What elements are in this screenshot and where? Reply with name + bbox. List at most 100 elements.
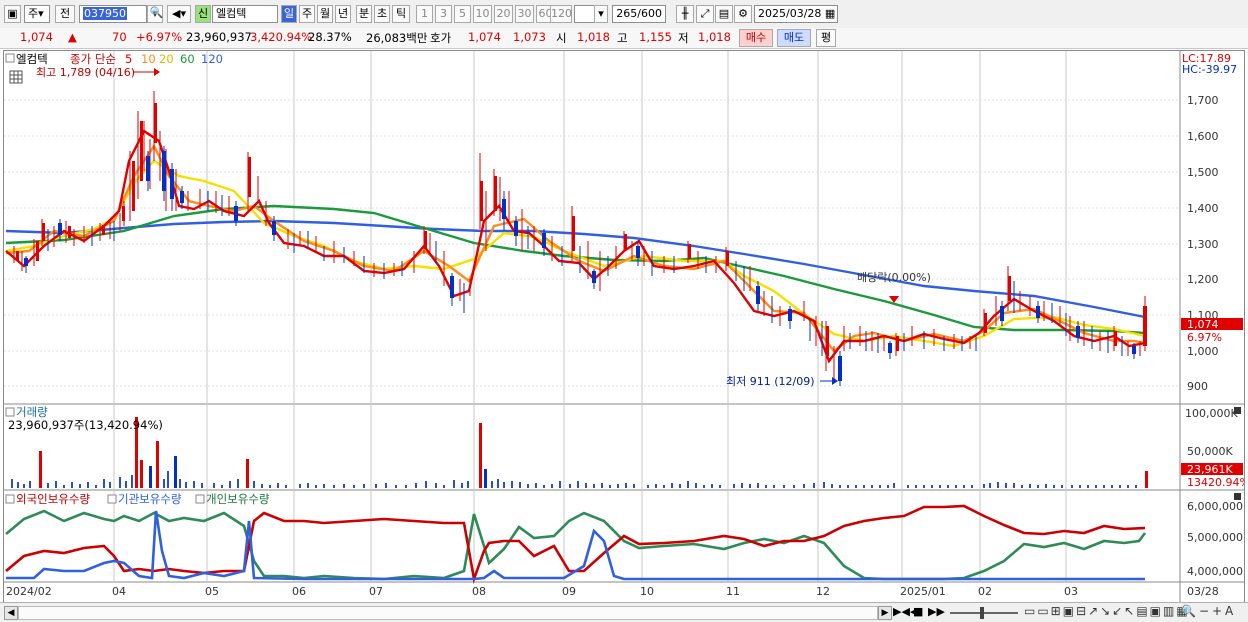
stop-icon[interactable]: ■ — [913, 605, 923, 618]
prev-button[interactable]: 전 — [55, 5, 75, 23]
volume-value: 23,960,937 — [186, 30, 252, 44]
volume-rate: 3,420.94% — [250, 30, 313, 44]
zoom-controls[interactable]: 🔍−+A — [1181, 604, 1236, 618]
ma10-legend: 10 — [141, 52, 156, 66]
ma20-legend: 20 — [159, 52, 174, 66]
candle-type-icon[interactable]: ╫ — [676, 5, 694, 23]
ask-price-2: 1,073 — [513, 30, 546, 44]
search-icon[interactable]: 🔍 — [149, 5, 164, 23]
interval-dropdown-icon[interactable]: ▾ — [594, 5, 608, 23]
date-input[interactable]: 2025/03/28 ▦ — [754, 5, 838, 23]
panel-stock-name: 엘컴텍 — [16, 52, 48, 66]
volume-bar — [149, 466, 152, 488]
price-tick: 1,400 — [1187, 202, 1219, 215]
buy-button[interactable]: 매수 — [739, 29, 773, 47]
save-icon[interactable]: ▤ — [715, 5, 733, 23]
volume-panel[interactable] — [4, 405, 1180, 489]
x-tick: 11 — [726, 585, 740, 598]
volume-bar — [246, 459, 249, 488]
x-tick: 06 — [292, 585, 306, 598]
period-second-button[interactable]: 초 — [374, 5, 390, 23]
x-tick: 2024/02 — [6, 585, 52, 598]
open-label: 시 — [556, 31, 567, 45]
change-amount: 70 — [112, 30, 127, 44]
x-tick: 09 — [562, 585, 576, 598]
price-tick: 1,500 — [1187, 166, 1219, 179]
volume-title: 거래량 — [16, 405, 48, 419]
compare-chart-icon[interactable]: ⤢ — [696, 5, 714, 23]
holding-tick: 4,000,000 — [1187, 565, 1243, 578]
individual-holding-legend: 개인보유수량 — [206, 492, 270, 506]
interval-120-button[interactable]: 120 — [550, 5, 572, 23]
zoom-slider-handle[interactable] — [980, 607, 984, 619]
sell-button[interactable]: 매도 — [777, 29, 811, 47]
gear-icon[interactable]: ⚙ — [734, 5, 752, 23]
holding-panel-menu-icon[interactable] — [1234, 493, 1241, 500]
period-week-button[interactable]: 주 — [299, 5, 315, 23]
x-tick: 03 — [1064, 585, 1078, 598]
period-tick-button[interactable]: 틱 — [392, 5, 410, 23]
volume-panel-menu-icon[interactable] — [1234, 407, 1241, 414]
change-arrow: ▲ — [68, 30, 77, 44]
stock-code-input[interactable]: 037950 — [79, 5, 147, 23]
chart-tools-icons[interactable]: ▭▭⊞▣⊟↗↘↙↖▤▣▥▦ — [1024, 604, 1190, 618]
interval-1-button[interactable]: 1 — [416, 5, 433, 23]
low-price: 1,018 — [698, 30, 731, 44]
trade-amount: 26,083백만 — [366, 31, 428, 45]
volume-rate-tag: 13420.94% — [1187, 476, 1244, 489]
x-tick: 02 — [978, 585, 992, 598]
x-tick: 04 — [112, 585, 126, 598]
svg-text:최저 911 (12/09): 최저 911 (12/09) — [726, 375, 815, 388]
volume-tick: 50,000K — [1187, 445, 1233, 458]
interval-10-button[interactable]: 10 — [473, 5, 492, 23]
holding-tick: 6,000,000 — [1187, 500, 1243, 513]
low-label: 저 — [678, 31, 689, 45]
evaluation-button[interactable]: 평 — [816, 29, 836, 47]
zoom-slider[interactable] — [950, 612, 1018, 614]
turnover-rate: 28.37% — [308, 30, 352, 44]
volume-bar — [156, 441, 159, 488]
volume-bar — [484, 469, 487, 488]
volume-bar — [1145, 471, 1148, 488]
price-y-axis: LC:17.89 HC:-39.97 1,700 1,600 1,500 1,4… — [1181, 52, 1243, 393]
ma60-legend: 60 — [180, 52, 195, 66]
price-tick: 1,700 — [1187, 94, 1219, 107]
period-month-button[interactable]: 월 — [317, 5, 333, 23]
volume-bar — [140, 460, 143, 488]
window-icon[interactable]: ▣ — [4, 5, 21, 23]
foreign-holding-legend: 외국인보유수량 — [16, 492, 90, 506]
speaker-icon[interactable]: ◀▾ — [167, 5, 191, 23]
scroll-right-icon[interactable]: ▶ — [878, 606, 892, 620]
open-price: 1,018 — [577, 30, 610, 44]
volume-tick: 100,000K — [1185, 407, 1238, 420]
price-tick: 900 — [1187, 380, 1208, 393]
interval-5-button[interactable]: 5 — [454, 5, 471, 23]
x-tick: 2025/01 — [900, 585, 946, 598]
change-rate: +6.97% — [136, 30, 183, 44]
interval-3-button[interactable]: 3 — [435, 5, 452, 23]
grid-table-icon[interactable] — [9, 70, 23, 84]
quote-bar: 1,074 ▲ 70 +6.97% 23,960,937 3,420.94% 2… — [0, 28, 1248, 49]
count-input[interactable]: 265/600 — [612, 5, 666, 23]
chart-area[interactable]: 최고 1,789 (04/16) 최저 911 (12/09) 배당락(0.00… — [3, 50, 1245, 604]
x-end-label: 03/28 — [1187, 585, 1219, 598]
new-badge: 신 — [195, 5, 211, 23]
fast-forward-icon[interactable]: ▶▶ — [928, 605, 945, 618]
x-axis: 2024/02 04 05 06 07 08 09 10 11 12 2025/… — [6, 585, 1219, 598]
scroll-left-icon[interactable]: ◀ — [4, 606, 18, 620]
period-year-button[interactable]: 년 — [335, 5, 351, 23]
market-select[interactable]: 주▾ — [24, 5, 50, 23]
interval-20-button[interactable]: 20 — [494, 5, 513, 23]
rate-tag: 6.97% — [1187, 331, 1222, 344]
period-day-button[interactable]: 일 — [281, 5, 297, 23]
x-tick: 10 — [640, 585, 654, 598]
x-tick: 07 — [369, 585, 383, 598]
svg-text:23,961K: 23,961K — [1187, 463, 1233, 476]
x-tick: 08 — [472, 585, 486, 598]
horizontal-scrollbar[interactable] — [18, 606, 878, 620]
ma-legend-prefix: 종가 단순 — [70, 52, 116, 66]
price-panel[interactable] — [4, 51, 1180, 403]
interval-30-button[interactable]: 30 — [515, 5, 534, 23]
calendar-icon[interactable]: ▦ — [825, 7, 835, 20]
period-minute-button[interactable]: 분 — [356, 5, 372, 23]
